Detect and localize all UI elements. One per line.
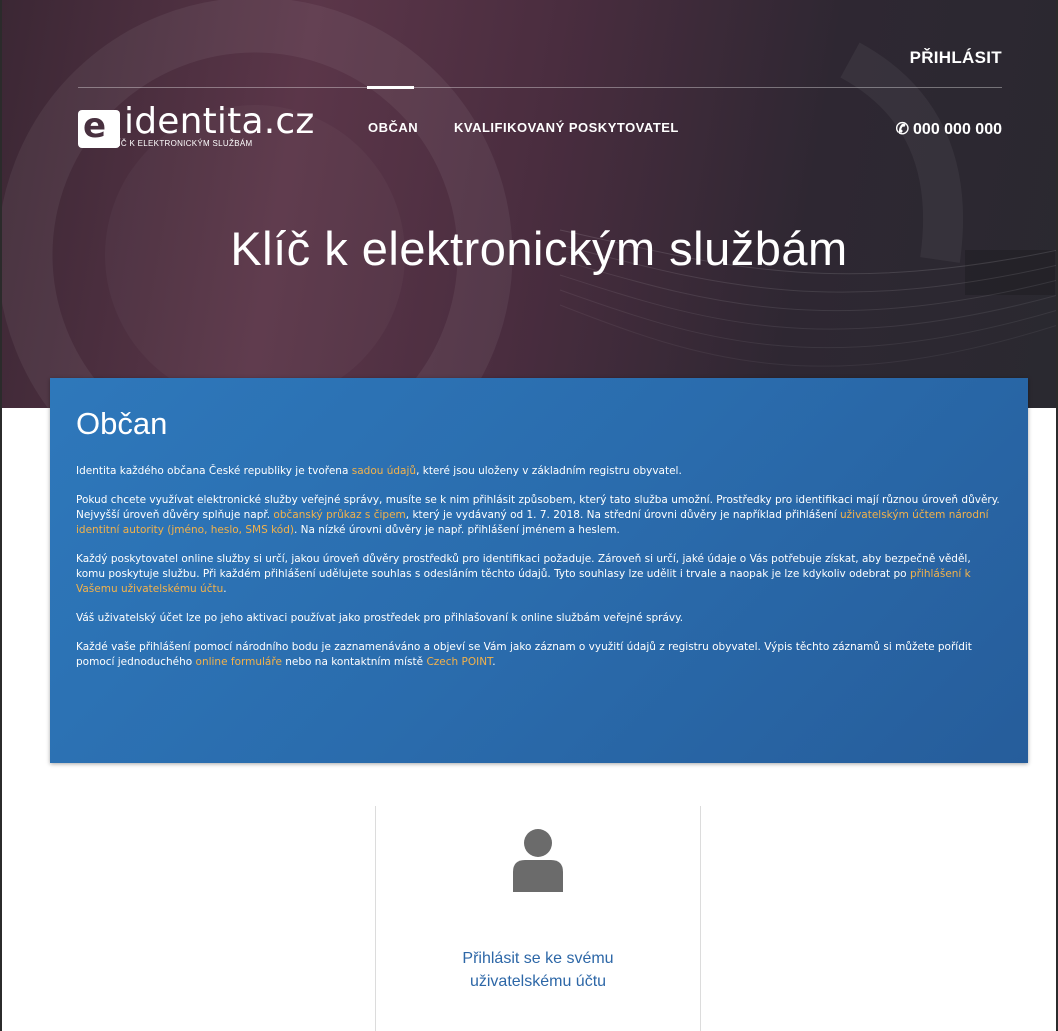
hero-background-decoration (0, 0, 1058, 408)
column-divider-right (700, 806, 701, 1031)
phone-icon: ✆ (895, 121, 910, 138)
phone-contact[interactable]: ✆ 000 000 000 (896, 119, 1002, 139)
header-divider (78, 87, 1002, 88)
link-online-form[interactable]: online formuláře (196, 656, 282, 668)
link-sada-udaju[interactable]: sadou údajů (352, 465, 416, 477)
link-czech-point[interactable]: Czech POINT (426, 656, 492, 668)
phone-number: 000 000 000 (913, 121, 1002, 138)
link-obcansky-prukaz[interactable]: občanský průkaz s čipem (273, 509, 405, 521)
login-link[interactable]: PŘIHLÁSIT (910, 48, 1002, 68)
hero-header: PŘIHLÁSIT e identita.cz KLÍČ K ELEKTRONI… (0, 0, 1058, 408)
account-login-tile[interactable]: Přihlásit se ke svému uživatelskému účtu (376, 806, 700, 1031)
paragraph-login-records: Každé vaše přihlášení pomocí národního b… (76, 641, 972, 668)
logo-tagline: KLÍČ K ELEKTRONICKÝM SLUŽBÁM (108, 139, 253, 148)
paragraph-consent: Každý poskytovatel online služby si určí… (76, 553, 971, 595)
paragraph-identity: Identita každého občana České republiky … (76, 465, 682, 477)
nav-item-kvalifikovany-poskytovatel[interactable]: KVALIFIKOVANÝ POSKYTOVATEL (454, 120, 679, 135)
active-nav-indicator (367, 86, 414, 89)
paragraph-trust-levels: Pokud chcete využívat elektronické služb… (76, 494, 1000, 536)
user-icon (513, 829, 563, 892)
citizen-info-card: Občan Identita každého občana České repu… (50, 378, 1028, 763)
window-border-left (0, 0, 2, 1031)
site-logo[interactable]: e identita.cz KLÍČ K ELEKTRONICKÝM SLUŽB… (78, 101, 314, 159)
card-title: Občan (76, 406, 168, 441)
hero-title: Klíč k elektronickým službám (230, 222, 848, 276)
logo-wordmark: identita.cz (124, 101, 315, 142)
nav-item-obcan[interactable]: OBČAN (368, 120, 418, 135)
paragraph-account-activation: Váš uživatelský účet lze po jeho aktivac… (76, 612, 684, 624)
account-login-link[interactable]: Přihlásit se ke svému uživatelskému účtu (376, 947, 700, 993)
